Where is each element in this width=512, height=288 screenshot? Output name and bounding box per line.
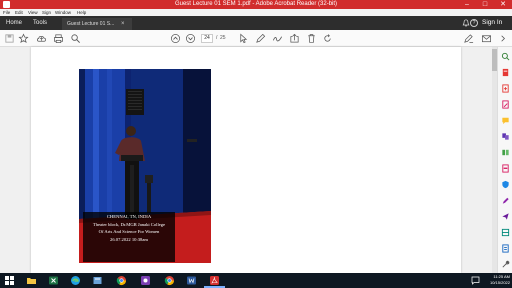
chrome-second-icon[interactable]	[164, 275, 175, 286]
combine-files-icon[interactable]	[501, 132, 510, 141]
menu-window[interactable]: Window	[55, 9, 71, 16]
caption-college: Of Arts And Science For Women	[98, 229, 160, 235]
app-purple-icon[interactable]	[140, 275, 151, 286]
menu-sign[interactable]: Sign	[42, 9, 51, 16]
email-icon[interactable]	[481, 33, 492, 44]
bell-icon[interactable]	[462, 19, 470, 27]
toolbar: 24 / 25	[0, 30, 512, 47]
search-icon[interactable]	[70, 33, 81, 44]
send-for-signature-icon[interactable]	[501, 212, 510, 221]
photo-caption-overlay: CHENNAI, TN, INDIA Theater block, Dr.MGR…	[83, 212, 175, 262]
create-pdf-icon[interactable]	[501, 84, 510, 93]
caption-venue: Theater block, Dr.MGR Janaki College	[92, 221, 166, 227]
more-tools-icon[interactable]	[501, 244, 510, 253]
caption-datetime: 26.07.2022 10:38am	[110, 236, 148, 242]
close-tab-icon[interactable]: ×	[121, 18, 129, 30]
title-bar: Guest Lecture 01 SEM 1.pdf - Adobe Acrob…	[0, 0, 512, 9]
save-icon[interactable]	[4, 33, 15, 44]
caption-location: CHENNAI, TN, INDIA	[106, 214, 152, 219]
tools-wrench-icon[interactable]	[501, 260, 510, 269]
scan-ocr-icon[interactable]	[501, 228, 510, 237]
page-number-input[interactable]: 24	[201, 34, 213, 43]
share-icon[interactable]	[289, 33, 300, 44]
select-cursor-icon[interactable]	[238, 33, 249, 44]
page-separator: /	[216, 35, 218, 41]
sign-in-button[interactable]: Sign In	[482, 16, 502, 30]
delete-trash-icon[interactable]	[306, 33, 317, 44]
fill-sign-icon[interactable]	[463, 33, 474, 44]
print-icon[interactable]	[53, 33, 64, 44]
acrobat-reader-icon[interactable]	[209, 275, 220, 286]
comment-icon[interactable]	[501, 116, 510, 125]
windows-taskbar: 11:25 AM 10/15/2022	[0, 273, 512, 288]
menu-help[interactable]: Help	[77, 9, 86, 16]
minimize-button[interactable]: –	[458, 0, 476, 9]
help-icon[interactable]: ?	[470, 19, 478, 27]
page-up-icon[interactable]	[170, 33, 181, 44]
clock-date: 10/15/2022	[489, 280, 510, 285]
excel-icon[interactable]	[48, 275, 59, 286]
file-manager-icon[interactable]	[92, 275, 103, 286]
tab-tools[interactable]: Tools	[33, 16, 47, 30]
menu-view[interactable]: View	[28, 9, 38, 16]
comment-pen-icon[interactable]	[255, 33, 266, 44]
taskbar-clock[interactable]: 11:25 AM 10/15/2022	[480, 274, 510, 287]
zoom-tool-icon[interactable]	[501, 52, 510, 61]
rotate-icon[interactable]	[322, 33, 333, 44]
chrome-icon[interactable]	[116, 275, 127, 286]
star-icon[interactable]	[18, 33, 29, 44]
menu-edit[interactable]: Edit	[15, 9, 23, 16]
right-tools-panel	[497, 47, 512, 273]
menu-file[interactable]: File	[3, 9, 10, 16]
edit-pdf-icon[interactable]	[501, 100, 510, 109]
redact-icon[interactable]	[501, 164, 510, 173]
organize-pages-icon[interactable]	[501, 148, 510, 157]
word-icon[interactable]	[186, 275, 197, 286]
maximize-button[interactable]: □	[476, 0, 494, 9]
window-title: Guest Lecture 01 SEM 1.pdf - Adobe Acrob…	[174, 1, 338, 7]
page-down-icon[interactable]	[185, 33, 196, 44]
protect-shield-icon[interactable]	[501, 180, 510, 189]
export-pdf-icon[interactable]	[501, 68, 510, 77]
close-window-button[interactable]: ✕	[494, 0, 512, 9]
windows-start-icon[interactable]	[4, 275, 15, 286]
upload-cloud-icon[interactable]	[36, 33, 47, 44]
menu-bar: File Edit View Sign Window Help	[0, 9, 512, 16]
page-total: 25	[220, 35, 226, 41]
tab-home[interactable]: Home	[6, 16, 22, 30]
collapse-panel-icon[interactable]	[498, 33, 509, 44]
edge-browser-icon[interactable]	[70, 275, 81, 286]
draw-freehand-icon[interactable]	[272, 33, 283, 44]
tab-strip: Home Tools Guest Lecture 01 S... × ? Sig…	[0, 16, 512, 30]
explorer-folder-icon[interactable]	[26, 275, 37, 286]
fill-and-sign-icon[interactable]	[501, 196, 510, 205]
